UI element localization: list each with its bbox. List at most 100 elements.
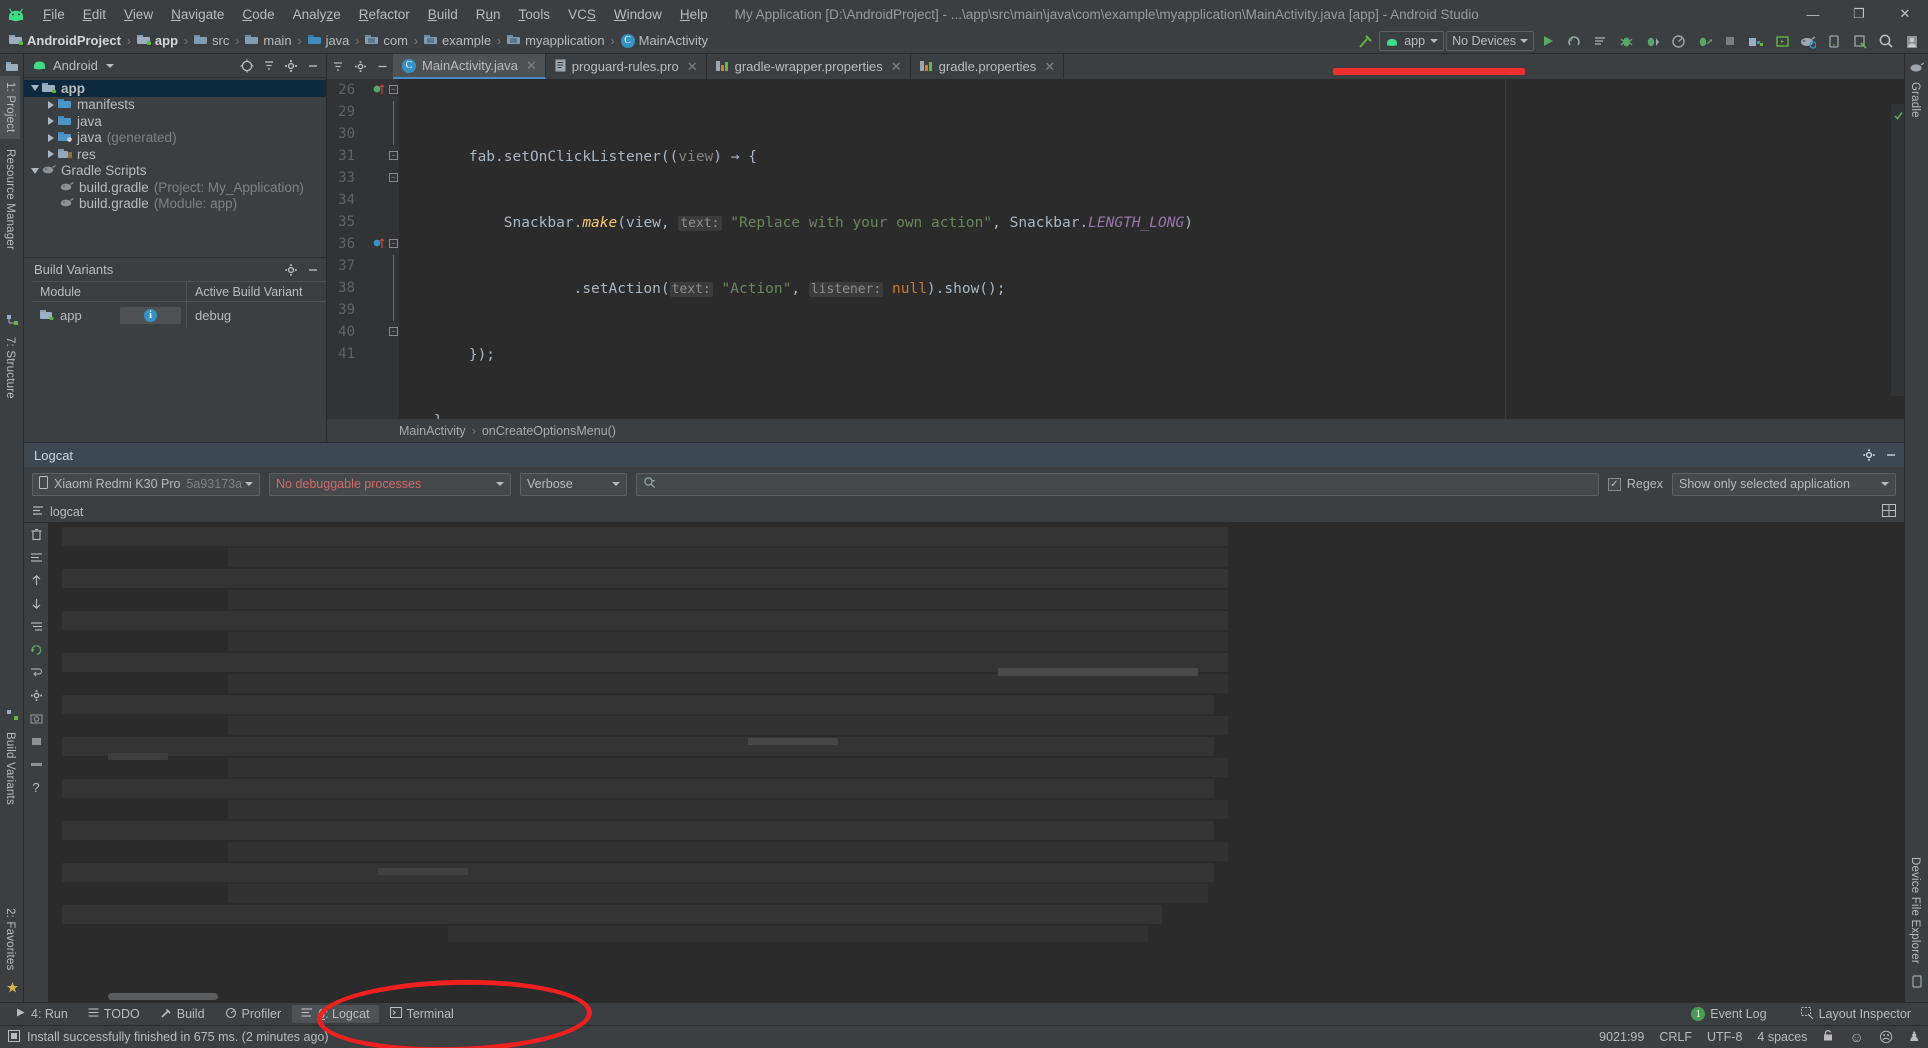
chevron-down-icon[interactable] bbox=[245, 482, 253, 486]
menu-file[interactable]: File bbox=[34, 4, 74, 25]
debug-button[interactable] bbox=[1614, 29, 1638, 53]
tree-item-build-gradle-module[interactable]: build.gradle (Module: app) bbox=[24, 196, 326, 213]
breadcrumb-class[interactable]: MainActivity bbox=[399, 424, 466, 438]
sidebar-item-project[interactable]: 1: Project bbox=[0, 76, 20, 139]
close-icon[interactable]: ✕ bbox=[526, 58, 537, 74]
lock-icon[interactable] bbox=[1822, 1029, 1834, 1045]
menu-refactor[interactable]: Refactor bbox=[350, 4, 419, 25]
column-header-module[interactable]: Module bbox=[32, 282, 187, 301]
process-selector[interactable]: No debuggable processes bbox=[269, 472, 511, 496]
smiley-happy-icon[interactable]: ☺ bbox=[1849, 1029, 1863, 1045]
print-icon[interactable] bbox=[24, 615, 48, 638]
close-icon[interactable]: ✕ bbox=[687, 59, 698, 75]
sdk-manager-button[interactable] bbox=[1744, 29, 1768, 53]
logcat-tab-label[interactable]: logcat bbox=[50, 505, 83, 519]
regex-checkbox[interactable]: ✓ bbox=[1607, 477, 1621, 491]
menu-analyze[interactable]: Analyze bbox=[284, 4, 350, 25]
bottom-tab-logcat[interactable]: 6: Logcat bbox=[292, 1005, 379, 1023]
menu-help[interactable]: Help bbox=[671, 4, 717, 25]
sidebar-item-gradle[interactable]: Gradle bbox=[1905, 76, 1925, 124]
variant-info-badge[interactable]: i bbox=[120, 306, 181, 324]
tree-item-build-gradle-project[interactable]: build.gradle (Project: My_Application) bbox=[24, 179, 326, 196]
device-manager-button[interactable] bbox=[1822, 29, 1846, 53]
scroll-down-icon[interactable] bbox=[24, 592, 48, 615]
indent-setting[interactable]: 4 spaces bbox=[1757, 1030, 1807, 1044]
table-row[interactable]: app i debug bbox=[32, 302, 326, 328]
fold-minus-icon[interactable]: − bbox=[389, 151, 398, 160]
wrap-lines-icon[interactable] bbox=[24, 546, 48, 569]
code-editor[interactable]: 26 − 29 30 31− 33− 34 35 36 − 37 38 39 4… bbox=[327, 79, 1904, 419]
run-gutter-icon[interactable] bbox=[373, 83, 385, 95]
code-text[interactable]: fab.setOnClickListener((view) → { Snackb… bbox=[399, 79, 1904, 419]
expand-arrow-down-icon[interactable] bbox=[28, 167, 42, 174]
help-icon[interactable]: ? bbox=[24, 776, 48, 799]
expand-arrow-down-icon[interactable] bbox=[28, 85, 42, 92]
fold-minus-icon[interactable]: − bbox=[389, 173, 398, 182]
attach-debugger-button[interactable] bbox=[1640, 29, 1664, 53]
project-rail-icon[interactable] bbox=[0, 54, 24, 76]
fold-minus-icon[interactable]: − bbox=[389, 85, 398, 94]
restart-logcat-icon[interactable] bbox=[24, 638, 48, 661]
logcat-layout-button[interactable] bbox=[1882, 503, 1896, 520]
hide-panel-icon[interactable] bbox=[303, 56, 323, 76]
gear-icon[interactable] bbox=[1859, 445, 1879, 465]
inspection-status-icon[interactable] bbox=[1894, 108, 1903, 120]
smiley-sad-icon[interactable]: ☹ bbox=[1879, 1029, 1894, 1046]
logcat-search-input[interactable] bbox=[636, 472, 1599, 496]
gradle-elephant-icon[interactable] bbox=[1905, 54, 1928, 76]
run-button[interactable] bbox=[1536, 29, 1560, 53]
scroll-up-icon[interactable] bbox=[24, 569, 48, 592]
menu-window[interactable]: Window bbox=[605, 4, 671, 25]
expand-arrow-right-icon[interactable] bbox=[44, 133, 58, 142]
gear-icon[interactable] bbox=[281, 56, 301, 76]
apply-code-changes-button[interactable] bbox=[1588, 29, 1612, 53]
bottom-tab-terminal[interactable]: Terminal bbox=[381, 1005, 463, 1023]
device-selector[interactable]: Xiaomi Redmi K30 Pro 5a93173a bbox=[32, 472, 260, 496]
favorites-star-icon[interactable] bbox=[0, 976, 24, 998]
sidebar-item-favorites[interactable]: 2: Favorites bbox=[0, 902, 20, 976]
profiler-button[interactable] bbox=[1666, 29, 1690, 53]
select-opened-file-icon[interactable] bbox=[237, 56, 257, 76]
collapse-all-icon[interactable] bbox=[259, 56, 279, 76]
sync-gradle-button[interactable] bbox=[1796, 29, 1820, 53]
breadcrumb-item-myapplication[interactable]: myapplication bbox=[506, 33, 606, 48]
expand-arrow-right-icon[interactable] bbox=[44, 117, 58, 126]
structure-rail-icon[interactable] bbox=[0, 309, 24, 331]
close-button[interactable]: ✕ bbox=[1882, 0, 1928, 28]
bottom-tab-build[interactable]: Build bbox=[151, 1005, 214, 1024]
tree-item-java[interactable]: java bbox=[24, 113, 326, 130]
close-icon[interactable]: ✕ bbox=[1044, 59, 1055, 75]
hide-panel-icon[interactable] bbox=[1881, 445, 1901, 465]
breadcrumb-item-example[interactable]: example bbox=[423, 33, 492, 48]
maximize-button[interactable]: ❐ bbox=[1836, 0, 1882, 28]
hide-panel-icon[interactable] bbox=[303, 260, 323, 280]
fold-minus-icon[interactable]: − bbox=[389, 239, 398, 248]
logcat-horizontal-scrollbar[interactable] bbox=[108, 993, 218, 1000]
menu-view[interactable]: View bbox=[115, 4, 162, 25]
minimize-button[interactable]: — bbox=[1790, 0, 1836, 28]
bottom-tab-profiler[interactable]: Profiler bbox=[216, 1005, 291, 1024]
detective-icon[interactable]: ♟ bbox=[1908, 1029, 1920, 1045]
tree-item-app[interactable]: app bbox=[24, 80, 326, 97]
editor-tab-mainactivity[interactable]: C MainActivity.java ✕ bbox=[393, 54, 546, 79]
breadcrumb-item-src[interactable]: src bbox=[193, 33, 230, 48]
file-encoding[interactable]: UTF-8 bbox=[1707, 1030, 1742, 1044]
editor-tab-gradle-wrapper-properties[interactable]: gradle-wrapper.properties ✕ bbox=[707, 54, 911, 79]
bottom-tab-run[interactable]: 4: Run bbox=[6, 1005, 77, 1023]
breadcrumb-method[interactable]: onCreateOptionsMenu() bbox=[482, 424, 616, 438]
build-variants-rail-icon[interactable] bbox=[0, 704, 24, 726]
editor-gutter[interactable]: 26 − 29 30 31− 33− 34 35 36 − 37 38 39 4… bbox=[327, 79, 399, 419]
breadcrumb-item-androidproject[interactable]: AndroidProject bbox=[8, 33, 122, 48]
scope-filter-selector[interactable]: Show only selected application bbox=[1672, 472, 1896, 496]
gear-icon[interactable] bbox=[281, 260, 301, 280]
log-level-selector[interactable]: Verbose bbox=[520, 472, 627, 496]
breadcrumb-item-com[interactable]: com bbox=[364, 33, 409, 48]
user-account-button[interactable] bbox=[1900, 29, 1924, 53]
stop-button[interactable] bbox=[1718, 29, 1742, 53]
soft-wrap-icon[interactable] bbox=[24, 661, 48, 684]
close-icon[interactable]: ✕ bbox=[891, 59, 902, 75]
screenshot-icon[interactable] bbox=[24, 707, 48, 730]
cell-active-build-variant[interactable]: debug bbox=[187, 308, 231, 323]
editor-collapse-icon[interactable] bbox=[327, 54, 349, 79]
tree-item-res[interactable]: res bbox=[24, 146, 326, 163]
